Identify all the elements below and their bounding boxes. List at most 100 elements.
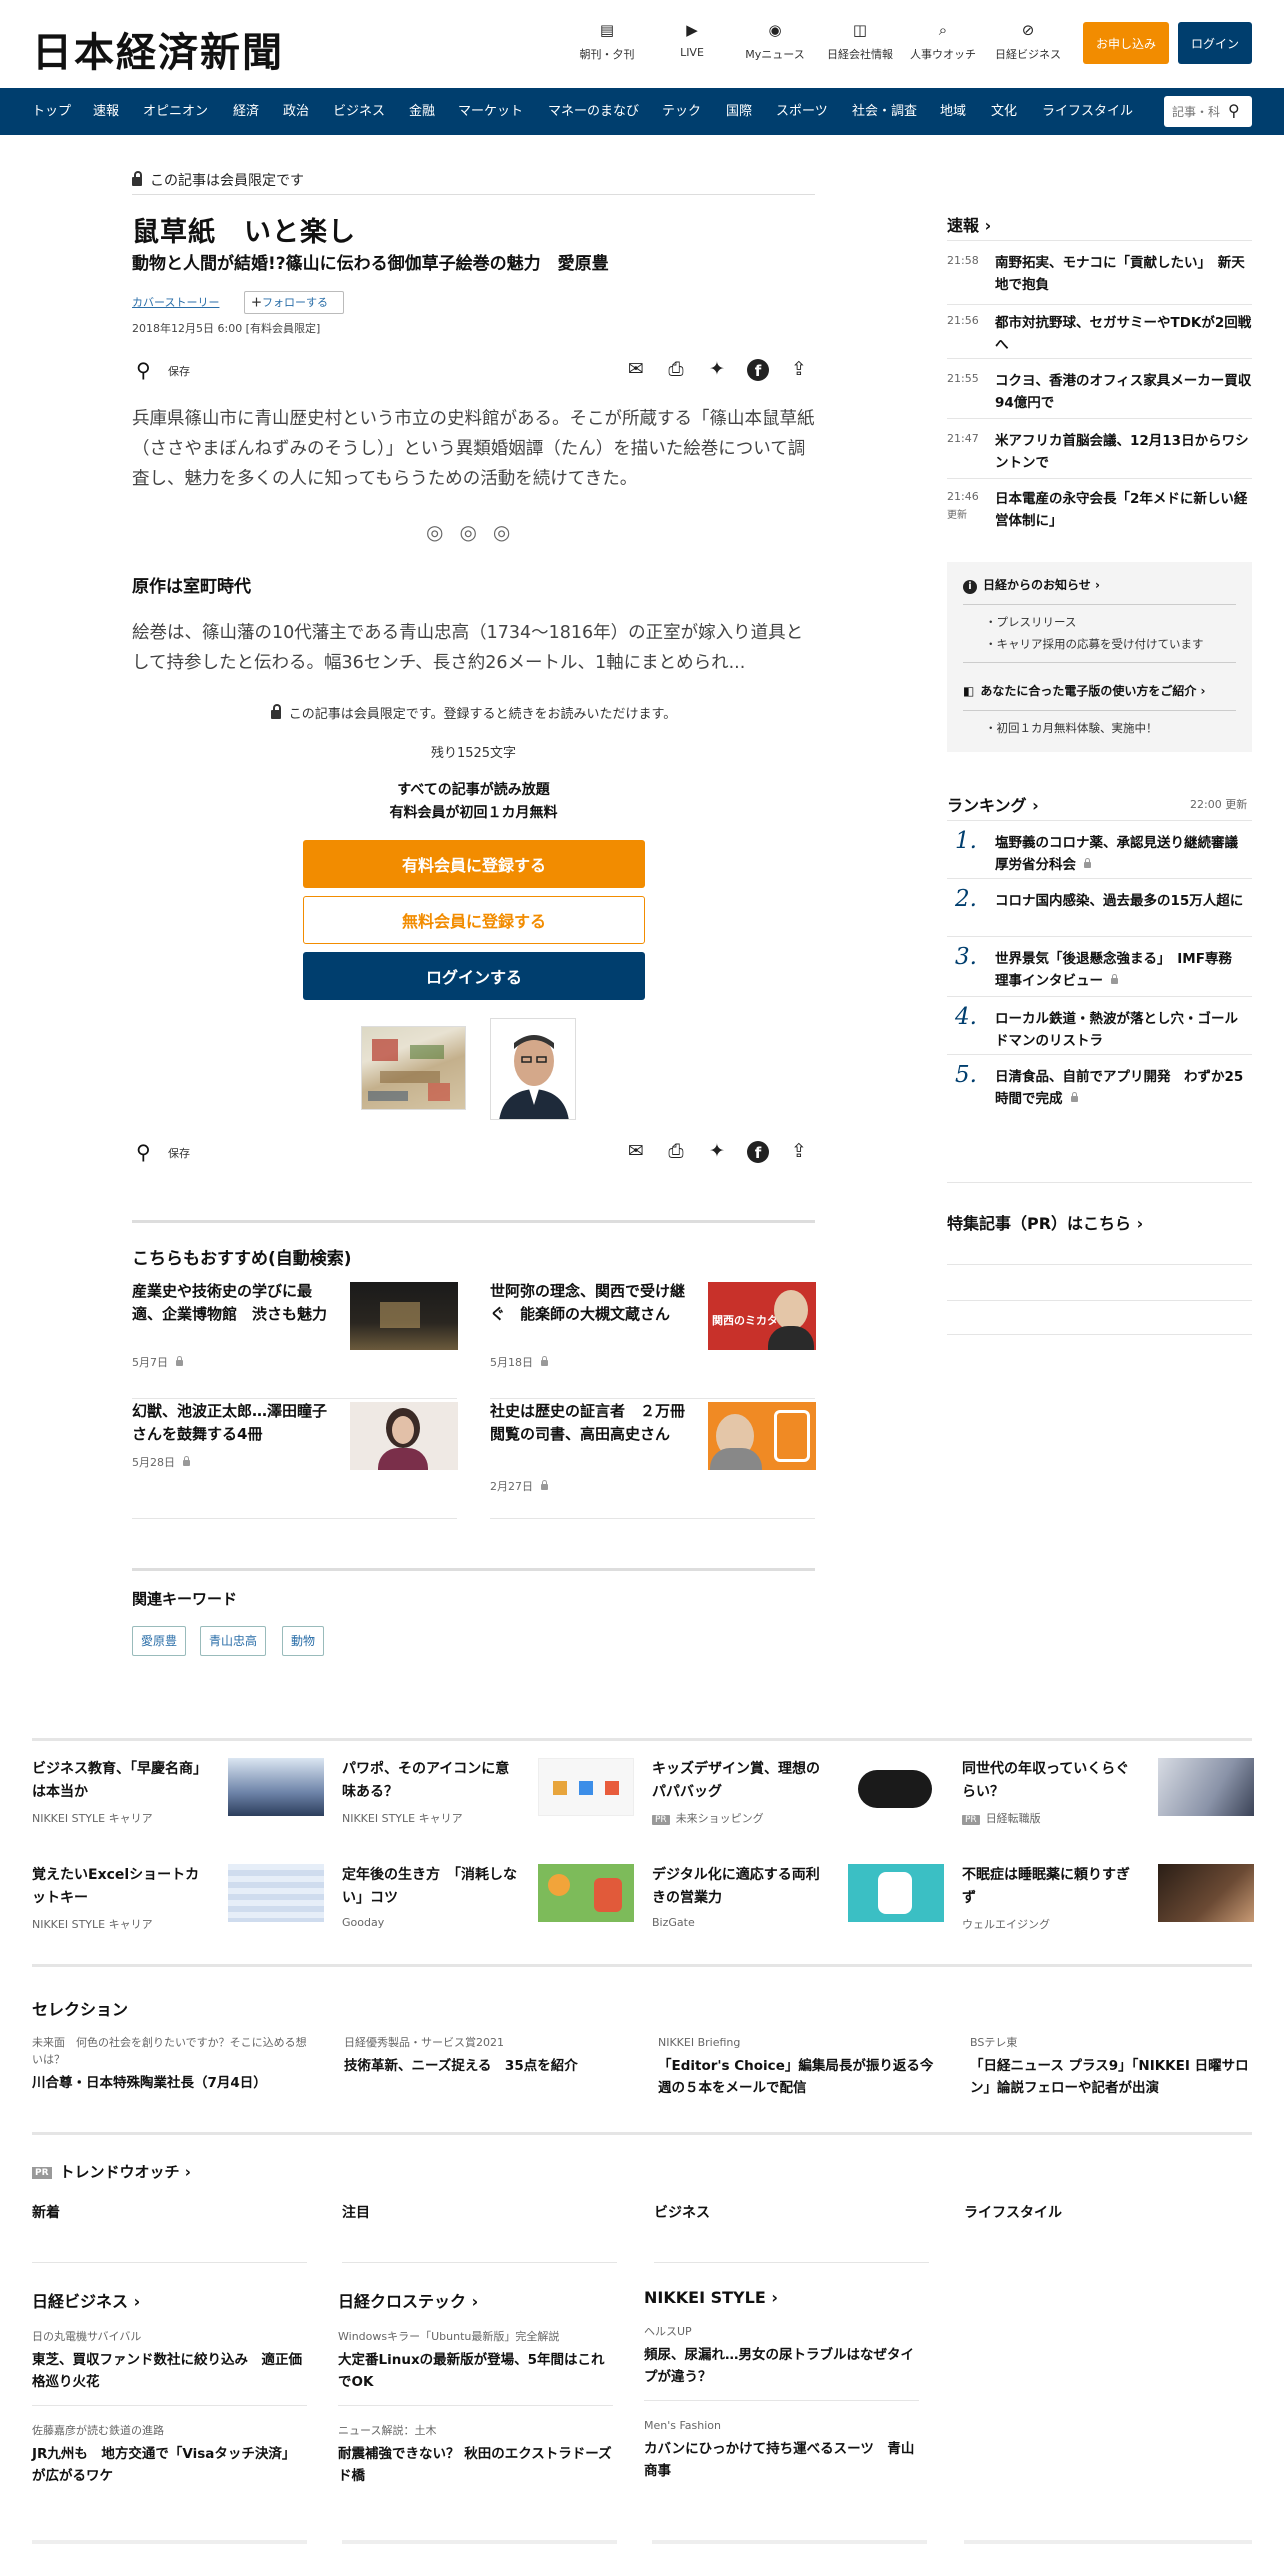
apply-button[interactable]: お申し込み: [1083, 22, 1169, 64]
pr-features-title[interactable]: 特集記事（PR）はこちら ›: [947, 1210, 1143, 1234]
selection-item[interactable]: BSテレ東 「日経ニュース プラス9」「NIKKEI 日曜サロン」論説フェローや記…: [970, 2034, 1250, 2099]
promo-item[interactable]: 定年後の生き方 「消耗しない」コツ Gooday: [342, 1864, 634, 1934]
keyword-tag[interactable]: 愛原豊: [132, 1626, 187, 1656]
ranking-item[interactable]: 2. コロナ国内感染、過去最多の15万人超に: [947, 878, 1252, 940]
search-input[interactable]: [1172, 102, 1226, 121]
mail-icon[interactable]: ✉: [624, 1140, 648, 1162]
nav-item-opinion[interactable]: オピニオン: [143, 88, 208, 135]
print-edition-link[interactable]: ▤ 朝刊・夕刊: [567, 20, 647, 62]
scroll-painting-thumbnail[interactable]: [361, 1026, 466, 1110]
notice-item[interactable]: ・プレスリリース: [985, 614, 1076, 630]
ranking-item[interactable]: 5. 日清食品、自前でアプリ開発 わずか25時間で完成: [947, 1054, 1252, 1116]
nav-item-culture[interactable]: 文化: [991, 88, 1017, 135]
save-label[interactable]: 保存: [168, 363, 190, 379]
register-paid-button[interactable]: 有料会員に登録する: [303, 840, 645, 888]
nav-item-sports[interactable]: スポーツ: [776, 88, 828, 135]
twitter-icon[interactable]: ✦: [705, 358, 729, 380]
promo-item[interactable]: パワポ、そのアイコンに意味ある？ NIKKEI STYLE キャリア: [342, 1758, 634, 1828]
guide-item[interactable]: ・初回１カ月無料体験、実施中！: [985, 720, 1158, 736]
bookmark-icon[interactable]: ⎙: [664, 358, 688, 380]
nav-item-market[interactable]: マーケット: [458, 88, 523, 135]
follow-button[interactable]: ＋フォローする: [244, 291, 344, 314]
login-button[interactable]: ログイン: [1178, 22, 1252, 64]
nav-item-society[interactable]: 社会・調査: [852, 88, 917, 135]
twitter-icon[interactable]: ✦: [705, 1140, 729, 1162]
column-item[interactable]: 佐藤嘉彦が読む鉄道の進路 JR九州も 地方交通で「Visaタッチ決済」が広がるワケ: [32, 2422, 307, 2487]
nav-item-lifestyle[interactable]: ライフスタイル: [1042, 88, 1133, 135]
promo-item[interactable]: デジタル化に適応する両利きの営業力 BizGate: [652, 1864, 944, 1934]
promo-item[interactable]: 同世代の年収っていくらぐらい？ PR 日経転職版: [962, 1758, 1254, 1828]
share-icon[interactable]: ⇪: [787, 358, 811, 380]
facebook-icon[interactable]: f: [747, 359, 769, 381]
my-news-link[interactable]: ◉ Myニュース: [735, 20, 815, 62]
nav-item-politics[interactable]: 政治: [283, 88, 309, 135]
ranking-item[interactable]: 3. 世界景気「後退懸念強まる」 IMF専務理事インタビュー: [947, 936, 1252, 998]
breaking-news-item[interactable]: 21:58 南野拓実、モナコに「貢献したい」 新天地で抱負: [947, 240, 1252, 302]
paperclip-icon[interactable]: ⚲: [136, 358, 151, 382]
author-portrait[interactable]: [490, 1018, 576, 1120]
personnel-watch-link[interactable]: ⌕ 人事ウオッチ: [903, 20, 983, 62]
column-item[interactable]: ニュース解説：土木 耐震補強できない？ 秋田のエクストラドーズド橋: [338, 2422, 613, 2487]
column-title[interactable]: 日経クロステック ›: [338, 2288, 613, 2312]
column-title[interactable]: NIKKEI STYLE ›: [644, 2288, 919, 2307]
mail-icon[interactable]: ✉: [624, 358, 648, 380]
breaking-news-item[interactable]: 21:47 米アフリカ首脳会議、12月13日からワシントンで: [947, 418, 1252, 480]
promo-item[interactable]: キッズデザイン賞、理想のパパバッグ PR 未来ショッピング: [652, 1758, 944, 1828]
recommend-date: 5月28日: [132, 1454, 190, 1470]
trend-watch-title[interactable]: PR トレンドウオッチ ›: [32, 2161, 191, 2182]
site-logo[interactable]: 日本経済新聞: [32, 20, 284, 78]
column-item[interactable]: ヘルスUP 頻尿、尿漏れ…男女の尿トラブルはなぜタイプが違う？: [644, 2323, 919, 2388]
notice-title[interactable]: i 日経からのお知らせ ›: [963, 576, 1100, 594]
column-item[interactable]: Men's Fashion カバンにひっかけて持ち運べるスーツ 青山商事: [644, 2417, 919, 2482]
trend-tab-lifestyle[interactable]: ライフスタイル: [964, 2202, 1062, 2222]
promo-item[interactable]: 覚えたいExcelショートカットキー NIKKEI STYLE キャリア: [32, 1864, 324, 1934]
promo-item[interactable]: ビジネス教育、「早慶名商」は本当か NIKKEI STYLE キャリア: [32, 1758, 324, 1828]
column-title[interactable]: 日経ビジネス ›: [32, 2288, 307, 2312]
nav-item-region[interactable]: 地域: [940, 88, 966, 135]
recommend-item[interactable]: 幻獣、池波正太郎…澤田瞳子さんを鼓舞する4冊 5月28日: [132, 1400, 458, 1519]
breaking-news-item[interactable]: 21:46 更新 日本電産の永守会長「2年メドに新しい経営体制に」: [947, 478, 1252, 538]
ranking-item[interactable]: 4. ローカル鉄道・熱波が落とし穴・ゴールドマンのリストラ: [947, 996, 1252, 1058]
login-cta-button[interactable]: ログインする: [303, 952, 645, 1000]
nav-item-international[interactable]: 国際: [726, 88, 752, 135]
nav-item-economy[interactable]: 経済: [233, 88, 259, 135]
breaking-news-item[interactable]: 21:56 都市対抗野球、セガサミーやTDKが2回戦へ: [947, 304, 1252, 362]
trend-tab-featured[interactable]: 注目: [342, 2202, 370, 2222]
category-link[interactable]: カバーストーリー: [132, 294, 219, 310]
selection-item[interactable]: 未来面 何色の社会を創りたいですか？そこに込める想いは？ 川合尊・日本特殊陶業社長…: [32, 2034, 312, 2094]
nikkei-business-link[interactable]: ⊘ 日経ビジネス: [988, 20, 1068, 62]
facebook-icon[interactable]: f: [747, 1141, 769, 1163]
nav-item-money[interactable]: マネーのまなび: [548, 88, 639, 135]
breaking-news-title[interactable]: 速報 ›: [947, 212, 991, 236]
guide-title[interactable]: ◧ あなたに合った電子版の使い方をご紹介 ›: [963, 682, 1206, 699]
trend-tab-business[interactable]: ビジネス: [654, 2202, 710, 2222]
nav-item-finance[interactable]: 金融: [409, 88, 435, 135]
paperclip-icon[interactable]: ⚲: [136, 1140, 151, 1164]
selection-item[interactable]: 日経優秀製品・サービス賞2021 技術革新、ニーズ捉える 35点を紹介: [344, 2034, 624, 2077]
recommend-item[interactable]: 世阿弥の理念、関西で受け継ぐ 能楽師の大槻文蔵さん 5月18日 関西のミカタ: [490, 1280, 816, 1399]
selection-item[interactable]: NIKKEI Briefing 「Editor's Choice」編集局長が振り返…: [658, 2034, 938, 2099]
breaking-news-item[interactable]: 21:55 コクヨ、香港のオフィス家具メーカー買収 94億円で: [947, 358, 1265, 420]
nav-item-top[interactable]: トップ: [32, 88, 71, 135]
keyword-tag[interactable]: 動物: [282, 1626, 325, 1656]
bookmark-icon[interactable]: ⎙: [664, 1140, 688, 1162]
column-item[interactable]: 日の丸電機サバイバル 東芝、買収ファンド数社に絞り込み 適正価格巡り火花: [32, 2328, 307, 2393]
column-item[interactable]: Windowsキラー「Ubuntu最新版」完全解説 大定番Linuxの最新版が登場…: [338, 2328, 613, 2393]
ranking-item[interactable]: 1. 塩野義のコロナ薬、承認見送り継続審議 厚労省分科会: [947, 820, 1252, 882]
register-free-button[interactable]: 無料会員に登録する: [303, 896, 645, 944]
ranking-title[interactable]: ランキング ›: [947, 792, 1039, 816]
save-label[interactable]: 保存: [168, 1145, 190, 1161]
trend-tab-new[interactable]: 新着: [32, 2202, 60, 2222]
nav-item-business[interactable]: ビジネス: [333, 88, 385, 135]
recommend-item[interactable]: 産業史や技術史の学びに最適、企業博物館 渋さも魅力 5月7日: [132, 1280, 458, 1399]
live-link[interactable]: ▶ LIVE: [652, 20, 732, 59]
nav-item-breaking[interactable]: 速報: [93, 88, 119, 135]
search-icon[interactable]: ⚲: [1228, 101, 1240, 120]
company-info-link[interactable]: ◫ 日経会社情報: [820, 20, 900, 62]
recommend-item[interactable]: 社史は歴史の証言者 ２万冊閲覧の司書、高田高史さん 2月27日: [490, 1400, 816, 1519]
notice-item[interactable]: ・キャリア採用の応募を受け付けています: [985, 636, 1204, 652]
share-icon[interactable]: ⇪: [787, 1140, 811, 1162]
promo-item[interactable]: 不眠症は睡眠薬に頼りすぎず ウェルエイジング: [962, 1864, 1254, 1934]
nav-item-tech[interactable]: テック: [662, 88, 701, 135]
keyword-tag[interactable]: 青山忠高: [200, 1626, 267, 1656]
